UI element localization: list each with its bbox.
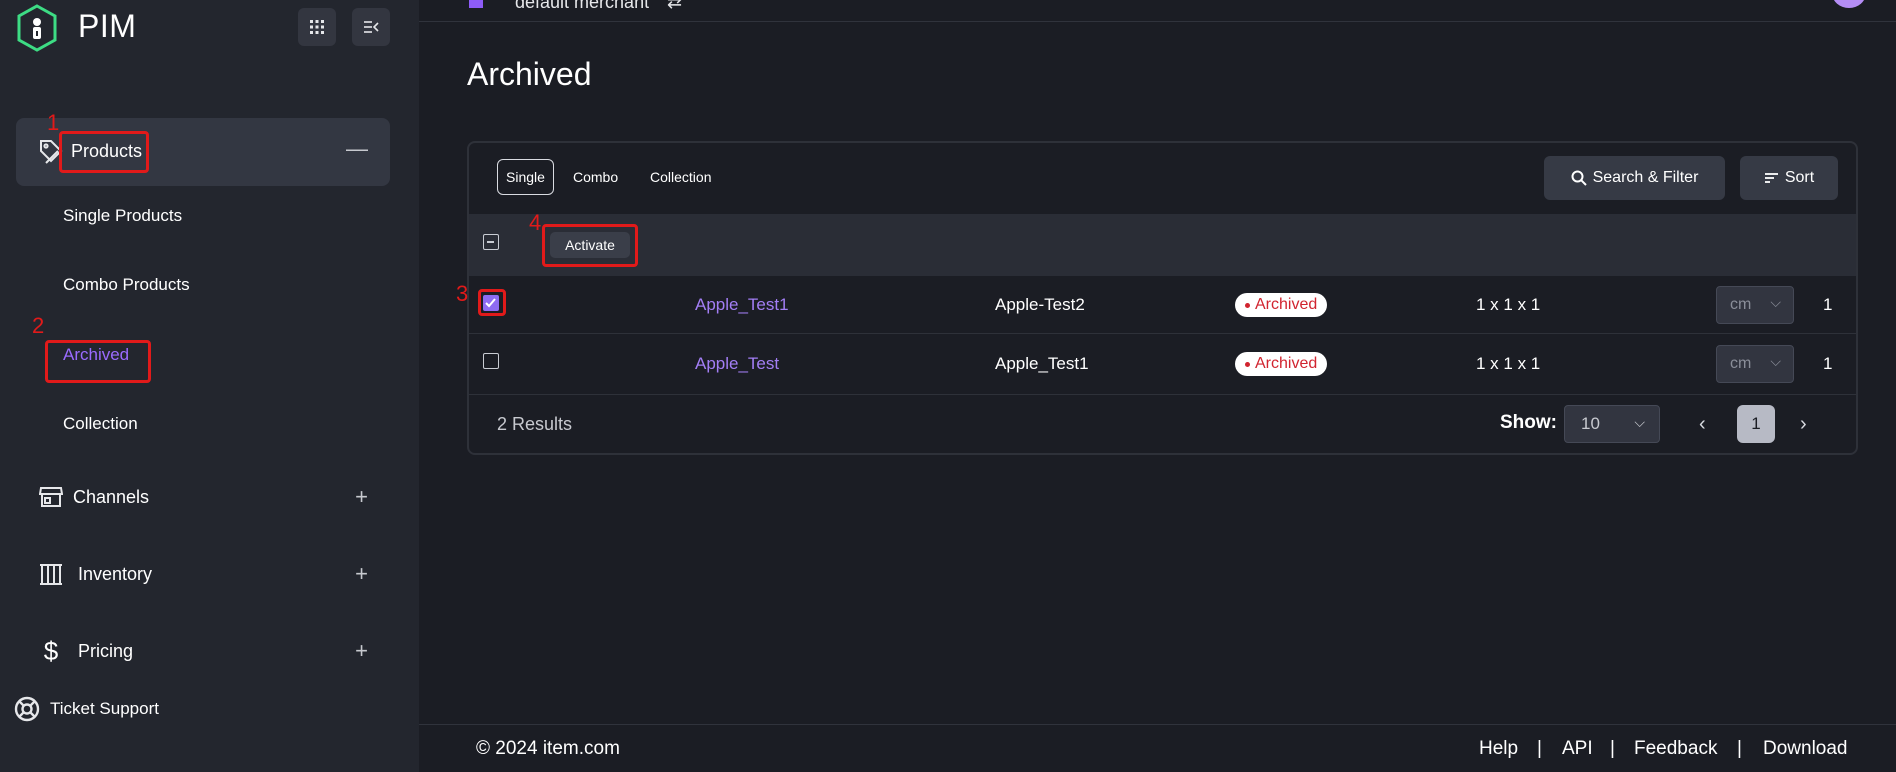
pim-logo-icon xyxy=(17,4,57,52)
footer-link-download[interactable]: Download xyxy=(1763,738,1848,760)
sort-label: Sort xyxy=(1784,169,1815,186)
footer-link-feedback[interactable]: Feedback xyxy=(1634,738,1717,760)
annotation-number-1: 1 xyxy=(47,110,60,135)
sub-item-combo-products[interactable]: Combo Products xyxy=(63,275,190,295)
search-filter-label: Search & Filter xyxy=(1592,169,1699,186)
annotation-number-3: 3 xyxy=(456,281,469,306)
status-badge-label: Archived xyxy=(1255,296,1318,313)
annotation-box-activate xyxy=(542,224,638,267)
product-name-link[interactable]: Apple_Test1 xyxy=(695,295,789,315)
page-size-value: 10 xyxy=(1581,414,1600,433)
chevron-down-icon: ⌵ xyxy=(1770,294,1781,310)
expand-icon[interactable]: + xyxy=(355,486,368,508)
unit-select[interactable]: cm ⌵ xyxy=(1716,345,1794,383)
product-secondary-name: Apple-Test2 xyxy=(995,295,1085,314)
sort-icon xyxy=(1764,173,1778,183)
app-brand: PIM xyxy=(78,8,137,44)
footer-link-help[interactable]: Help xyxy=(1479,738,1518,760)
grid-icon xyxy=(310,20,324,34)
table-row xyxy=(469,276,1856,334)
unit-select[interactable]: cm ⌵ xyxy=(1716,286,1794,324)
footer-link-api[interactable]: API xyxy=(1562,738,1593,760)
page-title: Archived xyxy=(467,56,592,92)
chevron-down-icon: ⌵ xyxy=(1634,414,1645,430)
next-page-icon[interactable]: › xyxy=(1800,413,1807,436)
status-badge: Archived xyxy=(1235,293,1328,317)
warehouse-icon xyxy=(36,559,66,589)
annotation-number-2: 2 xyxy=(32,313,45,338)
collapse-menu-icon xyxy=(364,21,379,33)
switch-merchant-icon[interactable]: ⇄ xyxy=(667,0,682,13)
nav-pricing-label: Pricing xyxy=(78,640,134,661)
unit-select-value: cm xyxy=(1730,355,1752,372)
page-size-select[interactable]: 10 ⌵ xyxy=(1564,405,1660,443)
status-dot xyxy=(1245,302,1250,308)
topbar: default merchant ⇄ xyxy=(419,0,1896,22)
row-checkbox[interactable] xyxy=(483,353,499,369)
dimensions: 1 x 1 x 1 xyxy=(1476,295,1541,314)
current-page-button[interactable]: 1 xyxy=(1737,405,1775,443)
prev-page-icon[interactable]: ‹ xyxy=(1699,413,1706,436)
quantity: 1 xyxy=(1823,295,1833,314)
table-row xyxy=(469,335,1856,393)
avatar[interactable] xyxy=(1832,0,1866,8)
annotation-box-checkbox xyxy=(478,289,506,316)
expand-icon[interactable]: + xyxy=(355,563,368,585)
apps-grid-button[interactable] xyxy=(298,8,336,46)
annotation-box-products xyxy=(59,131,149,173)
collapse-icon[interactable]: — xyxy=(346,138,368,160)
sort-button[interactable]: Sort xyxy=(1740,156,1838,200)
bulk-action-row xyxy=(469,214,1856,276)
search-icon xyxy=(1571,170,1587,186)
unit-select-value: cm xyxy=(1730,296,1752,313)
tab-combo[interactable]: Combo xyxy=(565,159,626,195)
store-icon xyxy=(36,482,66,512)
nav-pricing[interactable]: $ Pricing + xyxy=(16,626,390,676)
sub-item-collection[interactable]: Collection xyxy=(63,414,138,434)
ticket-support-label: Ticket Support xyxy=(50,699,159,718)
lifebuoy-icon xyxy=(14,696,40,722)
merchant-icon xyxy=(469,0,483,8)
footer-separator: | xyxy=(1537,738,1542,759)
expand-icon[interactable]: + xyxy=(355,640,368,662)
tab-collection[interactable]: Collection xyxy=(642,159,719,195)
results-count: 2 Results xyxy=(497,414,573,434)
product-name-link[interactable]: Apple_Test xyxy=(695,354,779,374)
annotation-box-archived xyxy=(45,340,151,383)
sub-item-single-products[interactable]: Single Products xyxy=(63,206,182,226)
annotation-number-4: 4 xyxy=(529,210,542,235)
nav-channels-label: Channels xyxy=(73,486,150,507)
dimensions: 1 x 1 x 1 xyxy=(1476,354,1541,373)
nav-channels[interactable]: Channels + xyxy=(16,472,390,522)
status-badge-label: Archived xyxy=(1255,355,1318,372)
sidebar: PIM Products — Single Products Combo Pro… xyxy=(0,0,419,772)
product-secondary-name: Apple_Test1 xyxy=(995,354,1089,373)
copyright: © 2024 item.com xyxy=(476,738,620,759)
tab-single[interactable]: Single xyxy=(497,159,554,195)
quantity: 1 xyxy=(1823,354,1833,373)
status-badge: Archived xyxy=(1235,352,1328,376)
footer-separator: | xyxy=(1737,738,1742,759)
chevron-down-icon: ⌵ xyxy=(1770,353,1781,369)
footer-separator: | xyxy=(1610,738,1615,759)
merchant-name[interactable]: default merchant xyxy=(515,0,649,13)
search-filter-button[interactable]: Search & Filter xyxy=(1544,156,1725,200)
collapse-sidebar-button[interactable] xyxy=(352,8,390,46)
nav-inventory[interactable]: Inventory + xyxy=(16,549,390,599)
status-dot xyxy=(1245,361,1250,367)
select-all-checkbox[interactable] xyxy=(483,234,499,250)
show-label: Show: xyxy=(1500,412,1557,433)
ticket-support-link[interactable]: Ticket Support xyxy=(14,696,159,722)
nav-inventory-label: Inventory xyxy=(78,563,153,584)
dollar-icon: $ xyxy=(43,635,59,666)
